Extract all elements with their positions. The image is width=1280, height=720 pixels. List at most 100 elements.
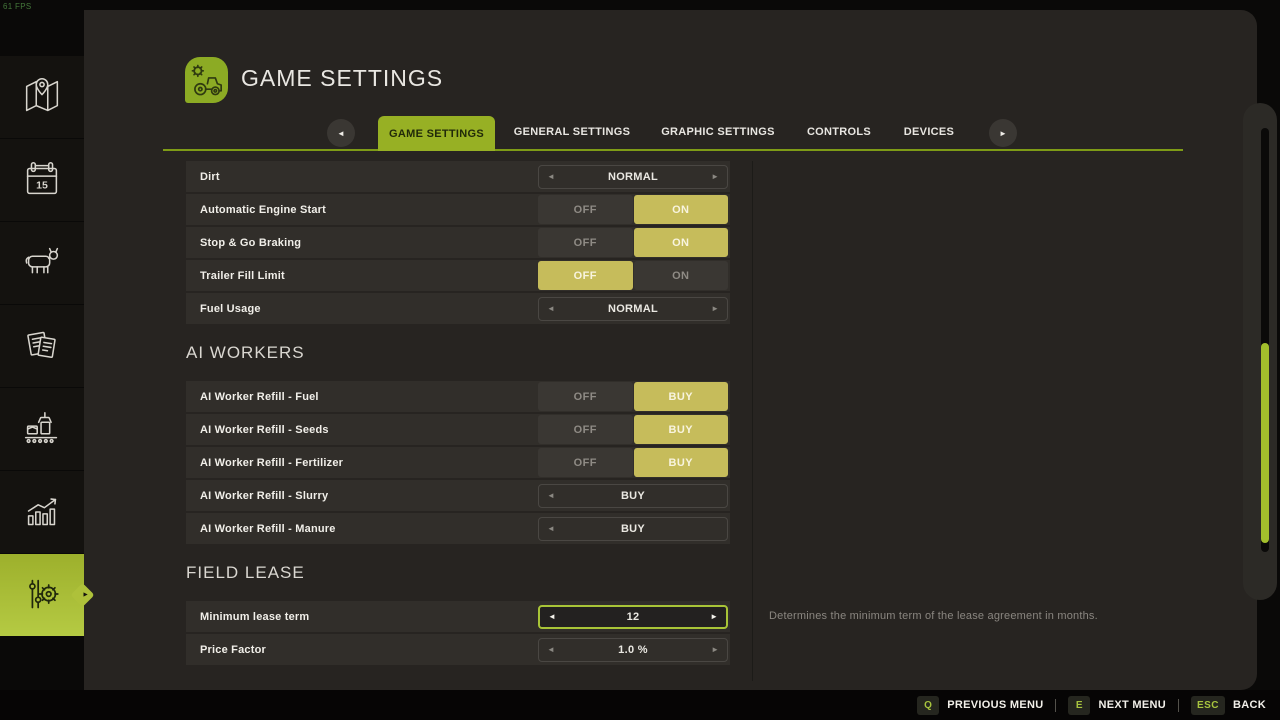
setting-label: AI Worker Refill - Slurry [200, 489, 329, 502]
toggle-option-buy[interactable]: BUY [633, 382, 728, 411]
fuel-usage-selector[interactable]: ◄ NORMAL ► [538, 296, 728, 321]
setting-row-ai-refill-manure: AI Worker Refill - Manure ◄ BUY ► [186, 513, 730, 544]
sidebar-item-production[interactable] [0, 388, 84, 470]
setting-row-stop-go-braking: Stop & Go Braking OFF ON [186, 227, 730, 258]
tab-devices[interactable]: DEVICES [904, 116, 954, 149]
setting-label: Price Factor [200, 643, 266, 656]
selector-value: BUY [620, 489, 646, 502]
toggle-option-off[interactable]: OFF [538, 261, 633, 290]
back-label: BACK [1233, 699, 1266, 711]
setting-label: AI Worker Refill - Fertilizer [200, 456, 344, 469]
tab-game-settings[interactable]: GAME SETTINGS [378, 116, 495, 151]
selector-value: 1.0 % [618, 643, 648, 656]
toggle-option-off[interactable]: OFF [538, 382, 633, 411]
trailer-fill-limit-toggle: OFF ON [538, 260, 728, 291]
sidebar-item-statistics[interactable] [0, 471, 84, 553]
tab-underline [163, 149, 1183, 151]
key-esc-badge: ESC [1190, 695, 1226, 715]
ai-refill-fuel-toggle: OFF BUY [538, 381, 728, 412]
chevron-left-icon: ◄ [337, 128, 345, 138]
setting-label: AI Worker Refill - Manure [200, 522, 336, 535]
production-icon [19, 406, 65, 452]
chevron-right-icon[interactable]: ► [711, 172, 719, 181]
statistics-icon [19, 489, 65, 535]
minimum-lease-term-selector[interactable]: ◄ 12 ► [538, 604, 728, 629]
hint-separator [1055, 698, 1057, 712]
chevron-right-icon: ► [999, 128, 1007, 138]
setting-row-ai-refill-slurry: AI Worker Refill - Slurry ◄ BUY ► [186, 480, 730, 511]
calendar-day-label: 15 [36, 180, 48, 192]
next-menu-hint[interactable]: E NEXT MENU [1068, 695, 1166, 715]
setting-label: Automatic Engine Start [200, 203, 327, 216]
ai-workers-rows: AI Worker Refill - Fuel OFF BUY AI Worke… [186, 381, 730, 544]
stop-go-braking-toggle: OFF ON [538, 227, 728, 258]
toggle-option-off[interactable]: OFF [538, 195, 633, 224]
sidebar-item-calendar[interactable]: 15 [0, 139, 84, 221]
toggle-option-off[interactable]: OFF [538, 415, 633, 444]
chevron-left-icon[interactable]: ◄ [547, 304, 555, 313]
scrollbar-thumb[interactable] [1261, 343, 1269, 543]
previous-menu-hint[interactable]: Q PREVIOUS MENU [917, 695, 1044, 715]
toggle-option-off[interactable]: OFF [538, 228, 633, 257]
chevron-left-icon[interactable]: ◄ [547, 491, 555, 500]
documents-icon [19, 323, 65, 369]
tractor-gear-icon [187, 60, 227, 100]
cow-icon [19, 240, 65, 286]
previous-menu-label: PREVIOUS MENU [947, 699, 1044, 711]
setting-label: Minimum lease term [200, 610, 310, 623]
content-divider [752, 161, 753, 681]
key-e-badge: E [1068, 695, 1091, 715]
toggle-option-on[interactable]: ON [633, 261, 728, 290]
general-settings-rows: Dirt ◄ NORMAL ► Automatic Engine Start O… [186, 161, 730, 324]
sidebar-item-map[interactable] [0, 56, 84, 138]
toggle-option-on[interactable]: ON [633, 228, 728, 257]
setting-row-fuel-usage: Fuel Usage ◄ NORMAL ► [186, 293, 730, 324]
ai-refill-manure-selector[interactable]: ◄ BUY ► [538, 516, 728, 541]
back-hint[interactable]: ESC BACK [1190, 695, 1266, 715]
setting-label: Fuel Usage [200, 302, 261, 315]
setting-row-ai-refill-fuel: AI Worker Refill - Fuel OFF BUY [186, 381, 730, 412]
chevron-right-icon[interactable]: ► [710, 612, 718, 621]
toggle-option-on[interactable]: ON [633, 195, 728, 224]
chevron-left-icon[interactable]: ◄ [548, 612, 556, 621]
ai-refill-fertilizer-toggle: OFF BUY [538, 447, 728, 478]
chevron-right-icon[interactable]: ► [711, 304, 719, 313]
key-q-badge: Q [917, 695, 940, 715]
section-title-ai-workers: AI WORKERS [186, 343, 305, 362]
selector-value: NORMAL [607, 302, 659, 315]
map-icon [19, 74, 65, 120]
toggle-option-buy[interactable]: BUY [633, 415, 728, 444]
tab-controls[interactable]: CONTROLS [807, 116, 871, 149]
chevron-left-icon[interactable]: ◄ [547, 524, 555, 533]
page-title: GAME SETTINGS [241, 65, 444, 91]
ai-refill-seeds-toggle: OFF BUY [538, 414, 728, 445]
setting-row-ai-refill-fertilizer: AI Worker Refill - Fertilizer OFF BUY [186, 447, 730, 478]
dirt-selector[interactable]: ◄ NORMAL ► [538, 164, 728, 189]
fps-counter: 61 FPS [3, 2, 32, 11]
automatic-engine-start-toggle: OFF ON [538, 194, 728, 225]
sidebar-item-finances[interactable] [0, 305, 84, 387]
sidebar-item-settings[interactable]: ► [0, 554, 89, 636]
tab-general-settings[interactable]: GENERAL SETTINGS [514, 116, 630, 149]
tabs-next-button[interactable]: ► [989, 119, 1017, 147]
calendar-icon: 15 [19, 157, 65, 203]
toggle-option-off[interactable]: OFF [538, 448, 633, 477]
setting-description: Determines the minimum term of the lease… [769, 610, 1098, 622]
toggle-option-buy[interactable]: BUY [633, 448, 728, 477]
selector-value: BUY [620, 522, 646, 535]
setting-row-dirt: Dirt ◄ NORMAL ► [186, 161, 730, 192]
active-notch-arrow-icon: ► [82, 591, 89, 599]
setting-label: Trailer Fill Limit [200, 269, 285, 282]
setting-label: AI Worker Refill - Seeds [200, 423, 329, 436]
game-settings-badge [185, 57, 228, 103]
price-factor-selector[interactable]: ◄ 1.0 % ► [538, 637, 728, 662]
ai-refill-slurry-selector[interactable]: ◄ BUY ► [538, 483, 728, 508]
game-settings-screen: 61 FPS 15 ► GAME SETTINGS ◄ GAME SETTING… [0, 0, 1280, 720]
chevron-right-icon[interactable]: ► [711, 645, 719, 654]
sidebar-item-animals[interactable] [0, 222, 84, 304]
tabs-previous-button[interactable]: ◄ [327, 119, 355, 147]
section-title-field-lease: FIELD LEASE [186, 563, 305, 582]
chevron-left-icon[interactable]: ◄ [547, 645, 555, 654]
chevron-left-icon[interactable]: ◄ [547, 172, 555, 181]
tab-graphic-settings[interactable]: GRAPHIC SETTINGS [661, 116, 775, 149]
